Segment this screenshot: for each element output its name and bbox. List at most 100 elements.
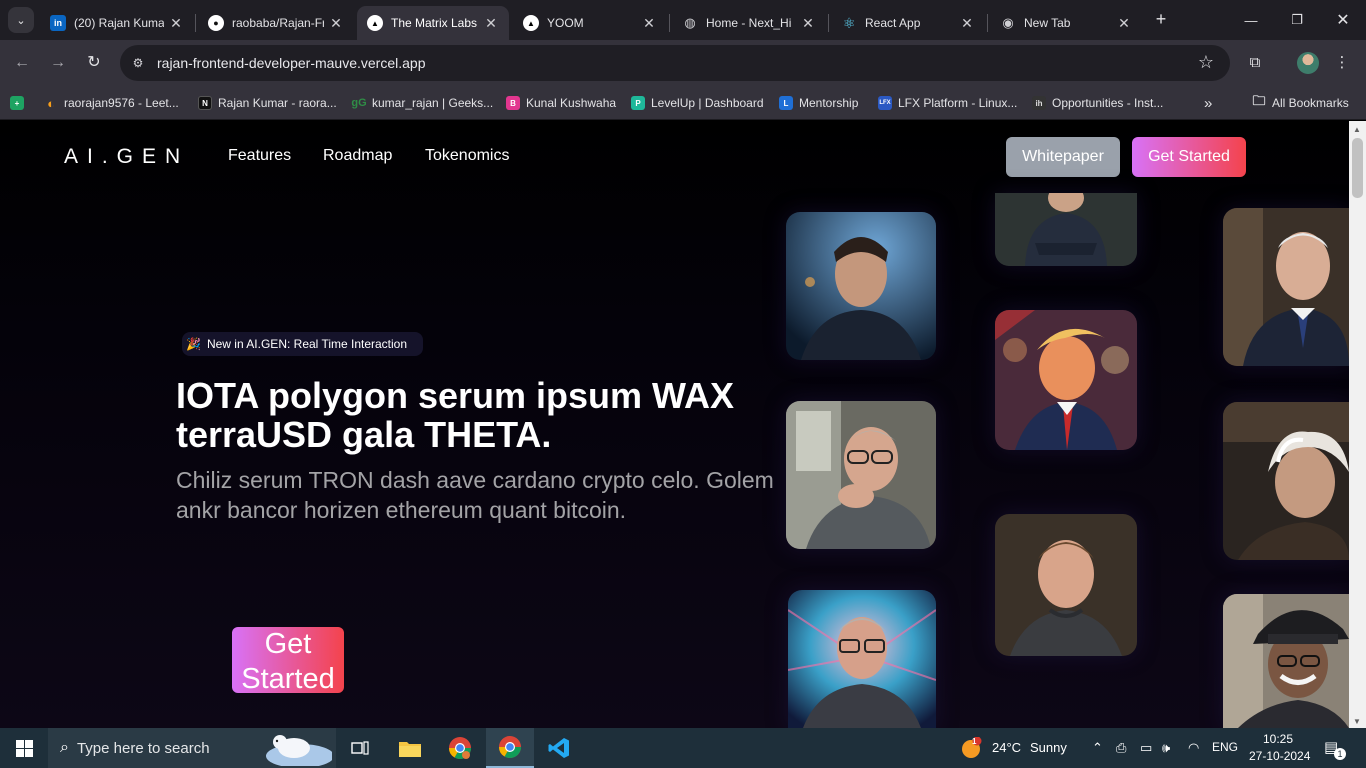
- chrome-button[interactable]: [486, 728, 534, 768]
- restore-button[interactable]: ❐: [1274, 0, 1320, 40]
- tab-github[interactable]: ● raobaba/Rajan-Fr ✕: [198, 6, 354, 40]
- tab-title: (20) Rajan Kumar: [74, 16, 164, 30]
- meet-now-icon[interactable]: ⎙: [1116, 740, 1126, 756]
- start-button[interactable]: [0, 728, 48, 768]
- extensions-icon[interactable]: ⧉: [1244, 52, 1266, 74]
- site-settings-icon[interactable]: ⚙: [128, 53, 148, 73]
- internshala-icon: ih: [1032, 96, 1046, 110]
- tab-yoom[interactable]: ▲ YOOM ✕: [513, 6, 667, 40]
- clock-time[interactable]: 10:25: [1263, 732, 1293, 746]
- hero-get-started-button[interactable]: Get Started: [232, 627, 344, 693]
- vscode-button[interactable]: [535, 728, 583, 768]
- tab-title: Home - Next_Hi: [706, 16, 792, 30]
- get-started-button[interactable]: Get Started: [1132, 137, 1246, 177]
- bookmark-opportunities[interactable]: ih Opportunities - Inst...: [1032, 92, 1163, 114]
- bookmarks-bar: + ◐ raorajan9576 - Leet... N Rajan Kumar -…: [0, 86, 1366, 120]
- menu-icon[interactable]: ⋮: [1331, 52, 1353, 74]
- react-icon: ⚛: [842, 14, 856, 31]
- close-icon[interactable]: ✕: [168, 15, 184, 32]
- nav-roadmap[interactable]: Roadmap: [323, 147, 392, 165]
- forward-button[interactable]: →: [46, 51, 70, 75]
- hero-title: IOTA polygon serum ipsum WAX terraUSD ga…: [176, 375, 735, 455]
- bookmark-kunal[interactable]: B Kunal Kushwaha: [506, 92, 616, 114]
- tab-matrix-labs[interactable]: ▲ The Matrix Labs ✕: [357, 6, 509, 40]
- hero-subtitle: Chiliz serum TRON dash aave cardano cryp…: [176, 467, 774, 523]
- language-indicator[interactable]: ENG: [1212, 740, 1238, 754]
- weather-icon[interactable]: [960, 736, 982, 762]
- bookmark-label: Kunal Kushwaha: [526, 96, 617, 110]
- bookmark-mentorship[interactable]: L Mentorship: [779, 92, 858, 114]
- tab-divider: [828, 14, 829, 32]
- tab-linkedin[interactable]: in (20) Rajan Kumar ✕: [40, 6, 194, 40]
- weather-condition[interactable]: Sunny: [1030, 740, 1067, 755]
- arrow-left-icon: ←: [14, 54, 30, 71]
- file-explorer-button[interactable]: [386, 728, 434, 768]
- battery-icon[interactable]: ▭: [1140, 740, 1152, 756]
- bookmark-label: raorajan9576 - Leet...: [64, 96, 179, 110]
- tab-title: YOOM: [547, 16, 584, 30]
- tab-title: React App: [865, 16, 921, 30]
- biolink-icon: B: [506, 96, 520, 110]
- profile-avatar[interactable]: [1297, 52, 1319, 74]
- all-bookmarks-button[interactable]: 🗀 All Bookmarks: [1252, 92, 1348, 114]
- globe-icon: ◍: [684, 15, 696, 30]
- weather-temp[interactable]: 24°C: [992, 740, 1021, 755]
- close-icon[interactable]: ✕: [483, 15, 499, 32]
- scroll-up-icon[interactable]: ▲: [1353, 125, 1361, 134]
- close-icon: ✕: [1336, 12, 1350, 29]
- clock-date[interactable]: 27-10-2024: [1249, 749, 1310, 763]
- bookmark-star-icon[interactable]: ☆: [1198, 52, 1214, 73]
- reload-button[interactable]: ↻: [82, 51, 106, 75]
- back-button[interactable]: ←: [10, 51, 34, 75]
- url-text[interactable]: rajan-frontend-developer-mauve.vercel.ap…: [157, 55, 425, 71]
- tab-react-app[interactable]: ⚛ React App ✕: [831, 6, 985, 40]
- nav-features[interactable]: Features: [228, 147, 291, 165]
- chevron-up-icon[interactable]: ⌃: [1092, 740, 1103, 756]
- wifi-icon[interactable]: ◠: [1188, 740, 1199, 756]
- minimize-button[interactable]: —: [1228, 0, 1274, 40]
- windows-logo-icon: [15, 739, 33, 757]
- close-window-button[interactable]: ✕: [1320, 0, 1366, 40]
- bookmark-levelup[interactable]: P LevelUp | Dashboard: [631, 92, 764, 114]
- nav-tokenomics[interactable]: Tokenomics: [425, 147, 509, 165]
- bookmark-geeksforgeeks[interactable]: gG kumar_rajan | Geeks...: [351, 92, 493, 114]
- bookmark-leetcode[interactable]: ◐ raorajan9576 - Leet...: [44, 92, 179, 114]
- scrollbar-thumb[interactable]: [1352, 138, 1363, 198]
- site-logo[interactable]: AI.GEN: [64, 145, 189, 169]
- new-tab-button[interactable]: +: [1150, 8, 1172, 30]
- tab-new-tab[interactable]: ◉ New Tab ✕: [990, 6, 1142, 40]
- whitepaper-button[interactable]: Whitepaper: [1006, 137, 1120, 177]
- task-view-button[interactable]: [336, 728, 384, 768]
- close-icon[interactable]: ✕: [800, 15, 816, 32]
- close-icon[interactable]: ✕: [328, 15, 344, 32]
- volume-icon[interactable]: 🕪: [1162, 740, 1170, 756]
- bookmark-naukri[interactable]: N Rajan Kumar - raora...: [198, 92, 337, 114]
- restore-icon: ❐: [1291, 12, 1303, 27]
- announcement-badge[interactable]: 🎉 New in AI.GEN: Real Time Interaction: [182, 332, 424, 356]
- bookmark-label: Mentorship: [799, 96, 859, 110]
- arrow-right-icon: →: [50, 54, 66, 71]
- scroll-down-icon[interactable]: ▼: [1353, 717, 1361, 726]
- tab-search-button[interactable]: ⌄: [8, 7, 34, 33]
- bookmarks-overflow-button[interactable]: »: [1204, 92, 1212, 114]
- portrait-image: [995, 514, 1137, 656]
- chrome-icon: [449, 737, 471, 759]
- page-scrollbar[interactable]: ▲ ▼: [1349, 121, 1366, 728]
- tab-home-next[interactable]: ◍ Home - Next_Hi ✕: [672, 6, 826, 40]
- close-icon[interactable]: ✕: [641, 15, 657, 32]
- close-icon[interactable]: ✕: [959, 15, 975, 32]
- address-bar[interactable]: ⚙ rajan-frontend-developer-mauve.vercel.…: [120, 45, 1230, 81]
- geeksforgeeks-icon: gG: [351, 97, 367, 109]
- bookmark-lfx[interactable]: LFX LFX Platform - Linux...: [878, 92, 1017, 114]
- bookmark-label: LevelUp | Dashboard: [651, 96, 764, 110]
- browser-toolbar: ← → ↻ ⚙ rajan-frontend-developer-mauve.v…: [0, 40, 1366, 86]
- plus-icon: +: [1155, 9, 1167, 29]
- close-icon[interactable]: ✕: [1116, 15, 1132, 32]
- badge-text: New in AI.GEN: Real Time Interaction: [206, 337, 408, 351]
- chrome-profile-button[interactable]: [436, 728, 484, 768]
- notification-count: 1: [1334, 748, 1346, 760]
- tab-divider: [987, 14, 988, 32]
- bookmark-sheets[interactable]: +: [10, 92, 30, 114]
- taskbar-search-box[interactable]: ⌕ Type here to search: [48, 728, 336, 768]
- chrome-icon: [499, 736, 521, 758]
